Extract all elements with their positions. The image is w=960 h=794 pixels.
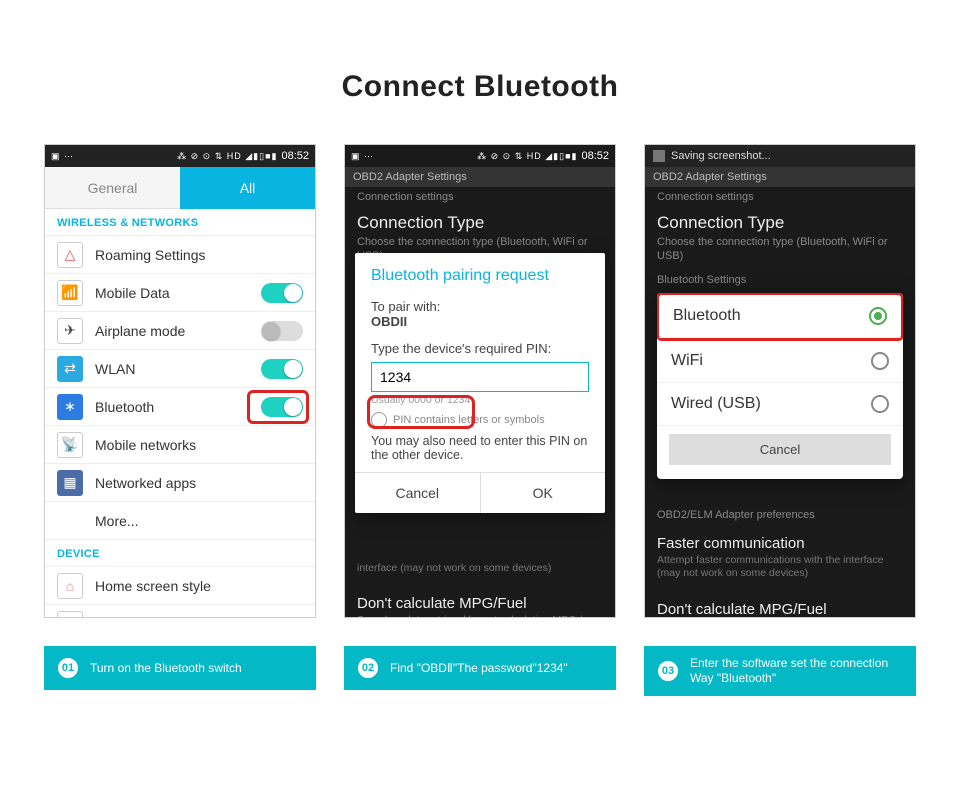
pairing-dialog: Bluetooth pairing request To pair with: … — [355, 253, 605, 513]
pin-letters-checkbox-row[interactable]: PIN contains letters or symbols — [371, 412, 589, 428]
pair-device-name: OBDII — [371, 314, 589, 329]
toggle-wlan[interactable] — [261, 359, 303, 379]
pair-with-label: To pair with: — [371, 299, 589, 314]
bg-item-faster: Faster communication Attempt faster comm… — [645, 525, 915, 591]
item-home-style[interactable]: ⌂ Home screen style — [45, 567, 315, 605]
dialog-title: Bluetooth pairing request — [355, 253, 605, 295]
airplane-icon: ✈ — [57, 318, 83, 344]
caption-3-number: 03 — [656, 659, 680, 683]
cancel-button[interactable]: Cancel — [355, 473, 481, 513]
item-mobile-data[interactable]: 📶 Mobile Data — [45, 274, 315, 312]
caption-2-number: 02 — [356, 656, 380, 680]
item-networked-apps[interactable]: ▦ Networked apps — [45, 464, 315, 502]
caption-2: 02 Find "OBDⅡ"The password"1234" — [344, 646, 616, 690]
status-icons-right: ⁂ ⊘ ⊙ ⇅ HD ◢▮▯■▮ — [177, 151, 277, 162]
option-bluetooth[interactable]: Bluetooth — [659, 295, 901, 338]
cancel-button[interactable]: Cancel — [669, 434, 891, 465]
tab-all[interactable]: All — [180, 167, 315, 209]
section-adapter-pref: OBD2/ELM Adapter preferences — [645, 505, 915, 525]
item-more[interactable]: More... — [45, 502, 315, 540]
pin-prompt-label: Type the device's required PIN: — [371, 341, 589, 356]
networked-apps-icon: ▦ — [57, 470, 83, 496]
connection-type-title: Connection Type — [645, 207, 915, 235]
pin-input[interactable] — [371, 362, 589, 392]
caption-1: 01 Turn on the Bluetooth switch — [44, 646, 316, 690]
option-wired[interactable]: Wired (USB) — [657, 383, 903, 426]
section-device: DEVICE — [45, 540, 315, 567]
pin-note: You may also need to enter this PIN on t… — [371, 434, 589, 462]
item-roaming[interactable]: △ Roaming Settings — [45, 236, 315, 274]
roaming-icon: △ — [57, 242, 83, 268]
item-wlan[interactable]: ⇄ WLAN — [45, 350, 315, 388]
connection-type-title: Connection Type — [345, 207, 615, 235]
toggle-bluetooth[interactable] — [261, 397, 303, 417]
radio-icon — [871, 395, 889, 413]
item-bluetooth[interactable]: ∗ Bluetooth — [45, 388, 315, 426]
radio-icon — [871, 352, 889, 370]
status-time: 08:52 — [281, 150, 309, 162]
saving-screenshot-bar: Saving screenshot... — [645, 145, 915, 167]
section-connection: Connection settings — [645, 187, 915, 207]
status-bar: ▣ ⋯ ⁂ ⊘ ⊙ ⇅ HD ◢▮▯■▮ 08:52 — [345, 145, 615, 167]
toggle-mobile-data[interactable] — [261, 283, 303, 303]
app-header: OBD2 Adapter Settings — [345, 167, 615, 187]
ok-button[interactable]: OK — [481, 473, 606, 513]
section-connection: Connection settings — [345, 187, 615, 207]
page-title: Connect Bluetooth — [30, 70, 930, 104]
bg-item-mpg: Don't calculate MPG/Fuel Speed up data r… — [645, 591, 915, 618]
app-header: OBD2 Adapter Settings — [645, 167, 915, 187]
status-bar: ▣ ⋯ ⁂ ⊘ ⊙ ⇅ HD ◢▮▯■▮ 08:52 — [45, 145, 315, 167]
wlan-icon: ⇄ — [57, 356, 83, 382]
caption-3: 03 Enter the software set the connection… — [644, 646, 916, 696]
section-bt-settings: Bluetooth Settings — [645, 270, 915, 290]
checkbox-icon — [371, 412, 387, 428]
toggle-airplane[interactable] — [261, 321, 303, 341]
sound-icon: ♪ — [57, 611, 83, 619]
pin-hint: Usually 0000 or 1234 — [371, 394, 589, 406]
option-wifi[interactable]: WiFi — [657, 340, 903, 383]
radio-selected-icon — [869, 307, 887, 325]
screenshot-pairing: ▣ ⋯ ⁂ ⊘ ⊙ ⇅ HD ◢▮▯■▮ 08:52 OBD2 Adapter … — [344, 144, 616, 618]
screenshot-settings: ▣ ⋯ ⁂ ⊘ ⊙ ⇅ HD ◢▮▯■▮ 08:52 General All W… — [44, 144, 316, 618]
connection-type-popup: Bluetooth WiFi Wired (USB) Cancel — [657, 293, 903, 479]
tab-general[interactable]: General — [45, 167, 180, 209]
connection-type-sub: Choose the connection type (Bluetooth, W… — [645, 235, 915, 270]
screenshot-connection-type: Saving screenshot... OBD2 Adapter Settin… — [644, 144, 916, 618]
section-wireless: WIRELESS & NETWORKS — [45, 209, 315, 236]
bg-item-mpg: Don't calculate MPG/Fuel Speed up data r… — [345, 585, 615, 618]
mobile-networks-icon: 📡 — [57, 432, 83, 458]
image-icon — [653, 150, 665, 162]
item-mobile-networks[interactable]: 📡 Mobile networks — [45, 426, 315, 464]
item-sound[interactable]: ♪ Sound — [45, 605, 315, 618]
mobile-data-icon: 📶 — [57, 280, 83, 306]
caption-1-number: 01 — [56, 656, 80, 680]
item-airplane[interactable]: ✈ Airplane mode — [45, 312, 315, 350]
bg-item-interface: interface (may not work on some devices) — [345, 550, 615, 586]
home-icon: ⌂ — [57, 573, 83, 599]
status-icons-left: ▣ ⋯ — [51, 151, 74, 162]
bluetooth-icon: ∗ — [57, 394, 83, 420]
